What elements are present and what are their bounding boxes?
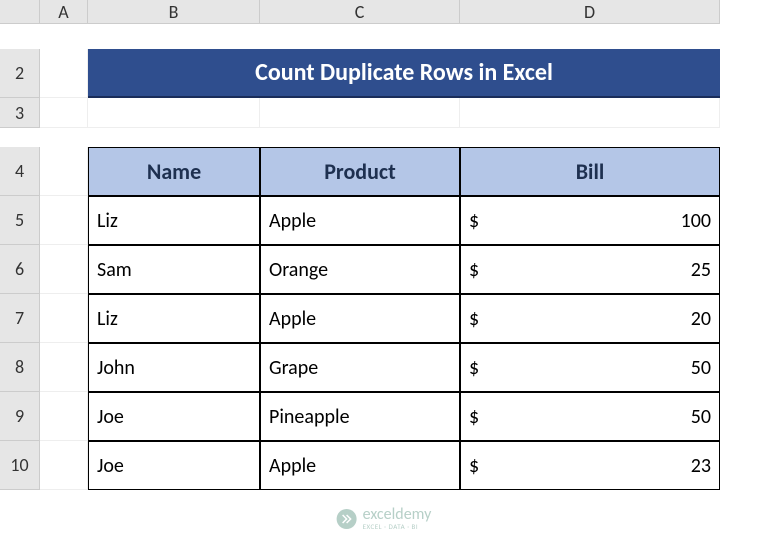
title-cell[interactable]: Count Duplicate Rows in Excel: [88, 49, 720, 98]
cell-a6[interactable]: [40, 245, 88, 294]
row-header-7[interactable]: 7: [0, 294, 40, 343]
data-name-1[interactable]: Sam: [88, 245, 260, 294]
currency-symbol: $: [469, 307, 479, 331]
data-name-3[interactable]: John: [88, 343, 260, 392]
data-name-2[interactable]: Liz: [88, 294, 260, 343]
cell-b3[interactable]: [88, 98, 260, 128]
row-header-3[interactable]: 3: [0, 98, 40, 128]
currency-symbol: $: [469, 356, 479, 380]
data-product-5[interactable]: Apple: [260, 441, 460, 490]
col-header-a[interactable]: A: [40, 0, 88, 24]
cell-d3[interactable]: [460, 98, 720, 128]
data-bill-0[interactable]: $ 100: [460, 196, 720, 245]
col-header-c[interactable]: C: [260, 0, 460, 24]
row-header-10[interactable]: 10: [0, 441, 40, 490]
cell-a8[interactable]: [40, 343, 88, 392]
data-product-2[interactable]: Apple: [260, 294, 460, 343]
header-bill[interactable]: Bill: [460, 147, 720, 196]
data-bill-5[interactable]: $ 23: [460, 441, 720, 490]
row-header-8[interactable]: 8: [0, 343, 40, 392]
watermark-sub: EXCEL · DATA · BI: [363, 523, 432, 530]
data-product-1[interactable]: Orange: [260, 245, 460, 294]
row-header-4[interactable]: 4: [0, 147, 40, 196]
row-header-5[interactable]: 5: [0, 196, 40, 245]
data-product-4[interactable]: Pineapple: [260, 392, 460, 441]
data-bill-4[interactable]: $ 50: [460, 392, 720, 441]
currency-symbol: $: [469, 405, 479, 429]
bill-value: 50: [691, 405, 711, 429]
data-product-3[interactable]: Grape: [260, 343, 460, 392]
data-name-0[interactable]: Liz: [88, 196, 260, 245]
row-header-9[interactable]: 9: [0, 392, 40, 441]
currency-symbol: $: [469, 209, 479, 233]
currency-symbol: $: [469, 454, 479, 478]
cell-a10[interactable]: [40, 441, 88, 490]
header-product[interactable]: Product: [260, 147, 460, 196]
col-header-b[interactable]: B: [88, 0, 260, 24]
row-header-6[interactable]: 6: [0, 245, 40, 294]
spreadsheet-grid: A B C D 2 Count Duplicate Rows in Excel …: [0, 0, 768, 490]
currency-symbol: $: [469, 258, 479, 282]
watermark-icon: [337, 509, 357, 529]
bill-value: 20: [691, 307, 711, 331]
bill-value: 50: [691, 356, 711, 380]
cell-c3[interactable]: [260, 98, 460, 128]
cell-a4[interactable]: [40, 147, 88, 196]
corner-cell: [0, 0, 40, 24]
data-product-0[interactable]: Apple: [260, 196, 460, 245]
col-header-d[interactable]: D: [460, 0, 720, 24]
data-bill-2[interactable]: $ 20: [460, 294, 720, 343]
cell-a5[interactable]: [40, 196, 88, 245]
watermark: exceldemy EXCEL · DATA · BI: [337, 507, 432, 530]
row-header-2[interactable]: 2: [0, 49, 40, 98]
watermark-text: exceldemy EXCEL · DATA · BI: [363, 507, 432, 530]
cell-a9[interactable]: [40, 392, 88, 441]
data-bill-1[interactable]: $ 25: [460, 245, 720, 294]
bill-value: 25: [691, 258, 711, 282]
data-name-5[interactable]: Joe: [88, 441, 260, 490]
bill-value: 23: [691, 454, 711, 478]
data-name-4[interactable]: Joe: [88, 392, 260, 441]
header-name[interactable]: Name: [88, 147, 260, 196]
bill-value: 100: [681, 209, 711, 233]
cell-a2[interactable]: [40, 49, 88, 98]
cell-a3[interactable]: [40, 98, 88, 128]
watermark-main: exceldemy: [363, 507, 432, 523]
cell-a7[interactable]: [40, 294, 88, 343]
data-bill-3[interactable]: $ 50: [460, 343, 720, 392]
